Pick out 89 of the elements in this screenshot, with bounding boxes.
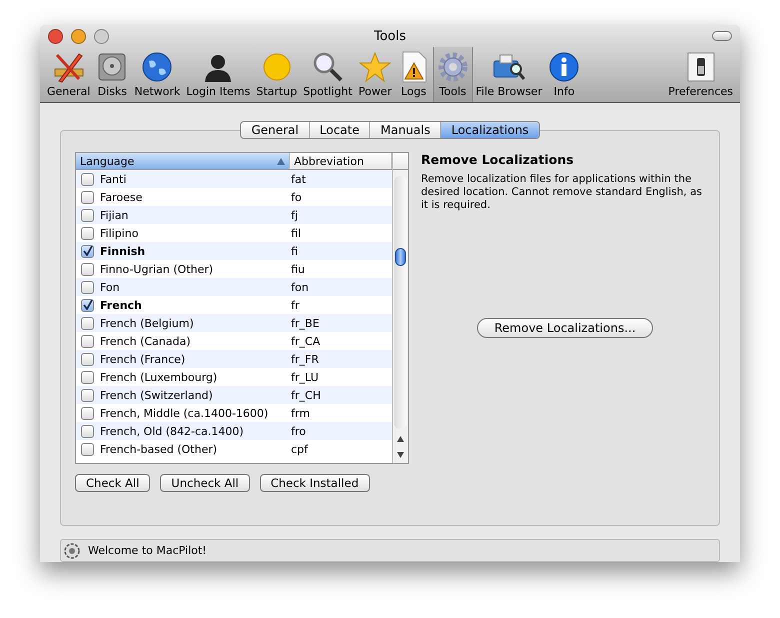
toolbar-button[interactable]: Logs: [394, 47, 433, 102]
table-cell: French, Middle (ca.1400-1600): [100, 406, 268, 420]
toolbar-button[interactable]: Startup: [253, 47, 300, 102]
table-cell-text: fr_LU: [290, 370, 319, 384]
magnifier-icon: [312, 51, 344, 83]
checkbox[interactable]: [81, 262, 94, 276]
table-cell-text: fi: [290, 244, 298, 258]
table-cell: French-based (Other): [100, 442, 218, 456]
toolbar-button[interactable]: Preferences: [665, 47, 736, 102]
scroll-up-icon[interactable]: [397, 436, 404, 442]
toolbar-button[interactable]: Disks: [93, 47, 132, 102]
toolbar-button[interactable]: Login Items: [183, 47, 254, 102]
table-cell-text: fr_FR: [290, 352, 319, 366]
checkbox[interactable]: [81, 226, 94, 240]
push-button[interactable]: Check All: [75, 474, 150, 492]
minimize-button[interactable]: [71, 28, 86, 44]
remove-localizations-button[interactable]: Remove Localizations...: [477, 318, 653, 338]
tab[interactable]: General: [241, 122, 309, 138]
toolbar-toggle-button[interactable]: [712, 31, 732, 41]
checkbox[interactable]: [81, 316, 94, 330]
checkbox[interactable]: [81, 442, 94, 456]
toggle-switch-icon: [684, 51, 717, 83]
tab[interactable]: Localizations: [440, 122, 539, 138]
table-cell: French (Canada): [100, 334, 191, 348]
toolbar-button[interactable]: General: [44, 47, 94, 102]
toolbar-button[interactable]: Power: [355, 47, 395, 102]
table-cell: French (France): [100, 352, 186, 366]
table-cell-text: cpf: [290, 442, 308, 456]
tab[interactable]: Locate: [308, 122, 370, 138]
table-cell-text: fon: [290, 280, 309, 294]
toolbar-button[interactable]: File Browser: [472, 47, 546, 102]
scrollbar-thumb[interactable]: [395, 248, 406, 266]
checkbox[interactable]: [81, 244, 94, 258]
table-cell-text: fr_BE: [290, 316, 320, 330]
table-cell: Faroese: [100, 190, 142, 204]
table-cell: Finno-Ugrian (Other): [100, 262, 214, 276]
zoom-button[interactable]: [94, 28, 109, 44]
checkbox[interactable]: [81, 388, 94, 402]
globe-icon: [141, 51, 174, 83]
table-cell: Filipino: [100, 226, 138, 240]
table-cell-text: fro: [290, 424, 306, 438]
description-text: Remove localization files for applications within the desired location. Cannot remove standard English, as it is required.: [421, 173, 703, 212]
checkbox[interactable]: [81, 406, 94, 420]
push-button[interactable]: Check Installed: [260, 474, 370, 492]
toolbar-button[interactable]: Info: [545, 47, 584, 102]
table-cell: French (Switzerland): [100, 388, 213, 402]
table-cell-text: fr_CA: [290, 334, 320, 348]
table-cell: Fon: [100, 280, 120, 294]
push-button[interactable]: Uncheck All: [160, 474, 250, 492]
toolbar-button[interactable]: Spotlight: [300, 47, 356, 102]
window-title: Tools: [374, 28, 406, 44]
table-cell: Finnish: [100, 244, 146, 258]
checkbox[interactable]: [81, 352, 94, 366]
checkbox[interactable]: [81, 172, 94, 186]
gear-icon: [436, 51, 469, 83]
table-cell: French, Old (842-ca.1400): [100, 424, 244, 438]
checkbox[interactable]: [81, 298, 94, 312]
table-cell-text: fr: [290, 298, 300, 312]
sort-triangle-icon: [277, 158, 285, 164]
toolbar-button[interactable]: Tools: [432, 47, 473, 102]
table-cell-text: fo: [290, 190, 302, 204]
section-title: Remove Localizations: [421, 152, 575, 167]
checkbox[interactable]: [81, 280, 94, 294]
table-cell-text: fil: [290, 226, 301, 240]
table-cell-text: fat: [290, 172, 306, 186]
column-header[interactable]: Abbreviation: [290, 153, 392, 169]
scroll-down-icon[interactable]: [397, 452, 404, 458]
toolbar-button[interactable]: Network: [131, 47, 184, 102]
checkbox[interactable]: [81, 208, 94, 222]
table-cell: French (Luxembourg): [100, 370, 218, 384]
checkbox[interactable]: [81, 334, 94, 348]
column-header[interactable]: Language: [76, 153, 290, 169]
checkbox[interactable]: [81, 424, 94, 438]
table-cell: French (Belgium): [100, 316, 194, 330]
table-cell-text: frm: [290, 406, 310, 420]
info-icon: [548, 51, 580, 83]
checkbox[interactable]: [81, 190, 94, 204]
status-text: Welcome to MacPilot!: [88, 544, 207, 557]
table-cell: Fijian: [100, 208, 128, 222]
checkbox[interactable]: [81, 370, 94, 384]
sun-icon: [260, 51, 293, 83]
table-cell-text: fiu: [290, 262, 305, 276]
table-cell-text: fr_CH: [290, 388, 321, 402]
close-button[interactable]: [48, 28, 63, 44]
star-icon: [359, 51, 392, 83]
table-cell: Fanti: [100, 172, 126, 186]
table-cell-text: fj: [290, 208, 298, 222]
table-cell: French: [100, 298, 142, 312]
ruler-pencil-icon: [52, 51, 85, 83]
